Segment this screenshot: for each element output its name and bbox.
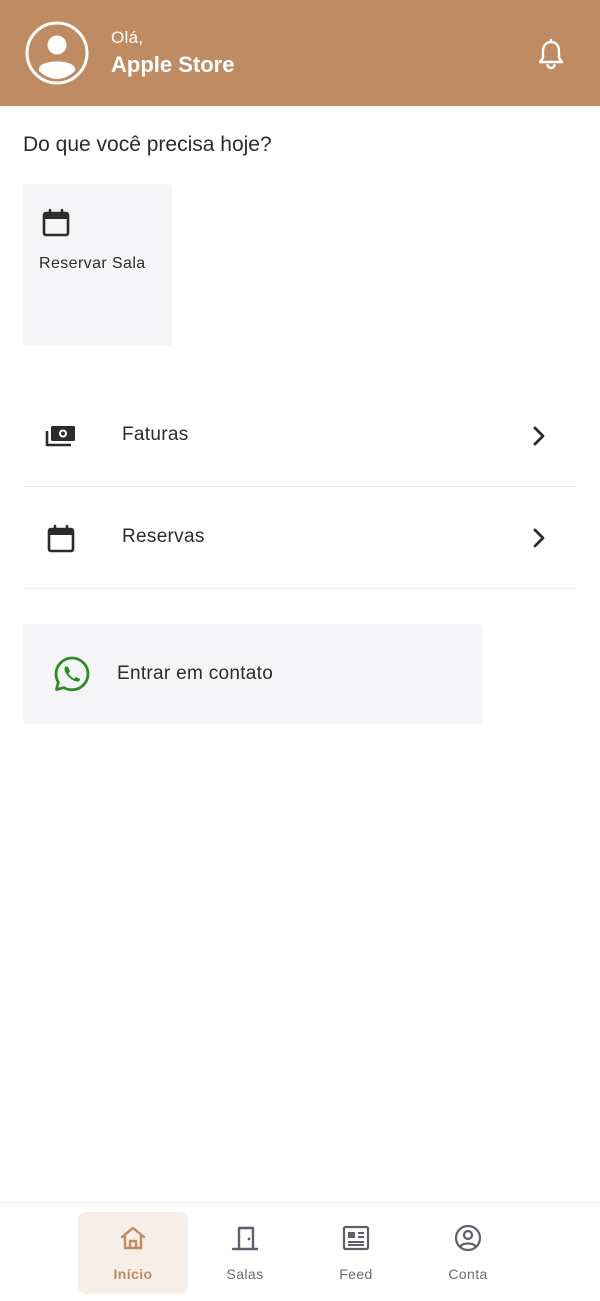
whatsapp-icon (54, 656, 90, 692)
nav-tab-conta-label: Conta (448, 1266, 488, 1282)
home-icon (120, 1226, 146, 1250)
nav-tab-inicio[interactable]: Início (78, 1212, 188, 1294)
nav-tab-salas[interactable]: Salas (190, 1212, 300, 1294)
app-header: Olá, Apple Store (0, 0, 600, 106)
contact-button-label: Entrar em contato (117, 663, 274, 684)
store-name: Apple Store (111, 52, 235, 77)
menu-item-reservas-label: Reservas (122, 526, 205, 547)
contact-button[interactable]: Entrar em contato (23, 624, 483, 724)
nav-tab-feed[interactable]: Feed (301, 1212, 411, 1294)
nav-tab-conta[interactable]: Conta (413, 1212, 523, 1294)
door-icon (231, 1226, 259, 1251)
calendar-icon (42, 208, 70, 237)
greeting-text: Olá, (111, 28, 144, 47)
nav-tab-inicio-label: Início (113, 1266, 153, 1282)
user-avatar-icon[interactable] (25, 21, 89, 85)
newspaper-icon (342, 1225, 370, 1251)
menu-item-faturas-label: Faturas (122, 424, 189, 445)
menu-item-faturas[interactable]: Faturas (23, 386, 576, 487)
reserve-room-label: Reservar Sala (39, 255, 146, 272)
menu-item-reservas[interactable]: Reservas (23, 488, 576, 589)
chevron-right-icon (533, 426, 545, 446)
bottom-navigation: Início Salas Feed Conta (0, 1202, 600, 1301)
chevron-right-icon (533, 528, 545, 548)
bell-icon[interactable] (535, 38, 567, 70)
account-icon (454, 1224, 482, 1252)
section-question: Do que você precisa hoje? (23, 133, 272, 156)
nav-tab-feed-label: Feed (339, 1266, 373, 1282)
nav-tab-salas-label: Salas (226, 1266, 264, 1282)
calendar-icon (47, 524, 75, 553)
money-icon (45, 426, 75, 447)
reserve-room-card[interactable]: Reservar Sala (23, 184, 172, 346)
